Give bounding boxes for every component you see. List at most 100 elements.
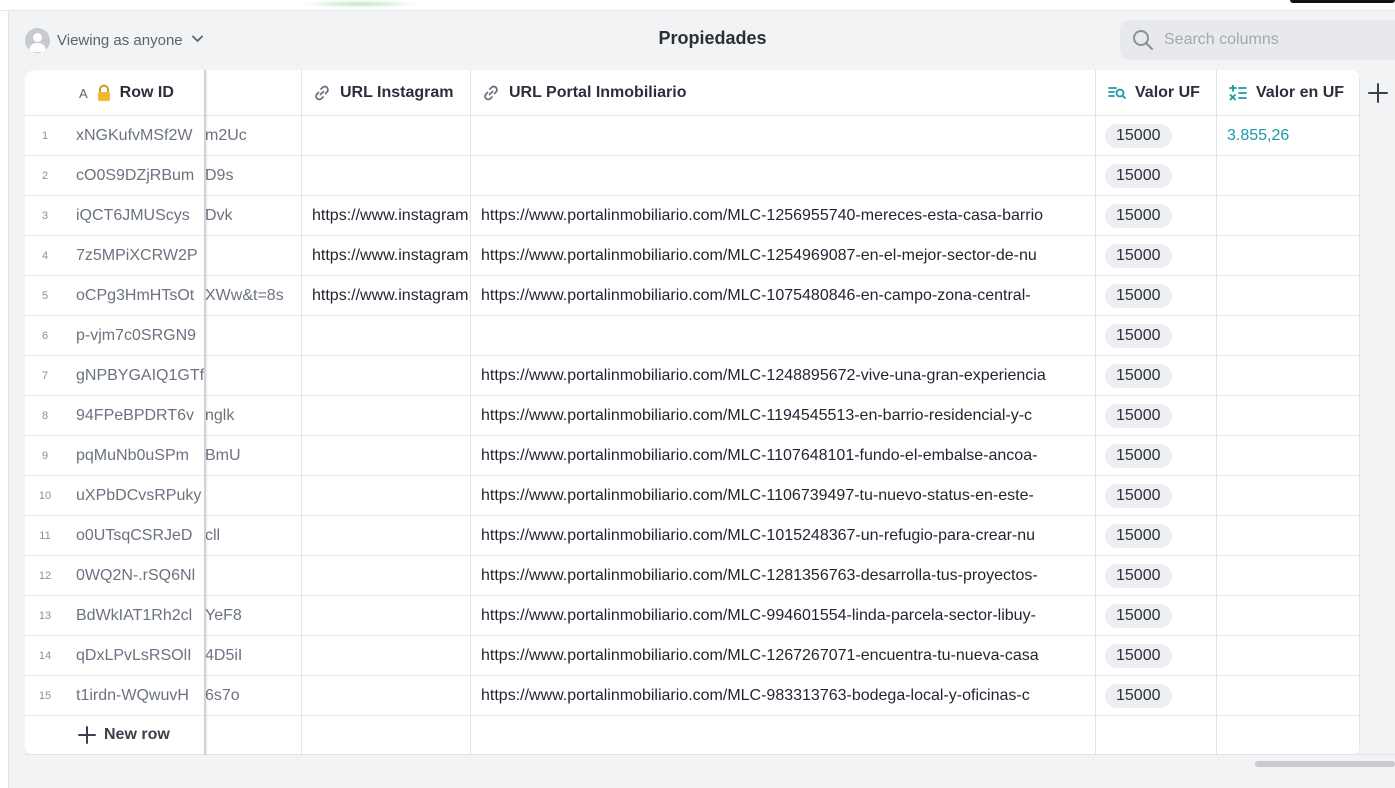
table-row[interactable]: 4 7z5MPiXCRW2P https://www.instagram.com/h… bbox=[25, 236, 1360, 276]
valor-uf-pill[interactable]: 15000 bbox=[1105, 684, 1172, 708]
row-id-cell[interactable]: xNGKufvMSf2W m2Uc bbox=[76, 116, 301, 156]
row-id-cell[interactable]: oCPg3HmHTsOt XWw&t=8s bbox=[76, 276, 301, 316]
table-row[interactable]: 10 uXPbDCvsRPuky https://www.portalinmobil… bbox=[25, 476, 1360, 516]
row-id-cell[interactable]: iQCT6JMUScys Dvk bbox=[76, 196, 301, 236]
horizontal-scrollbar[interactable] bbox=[1255, 761, 1395, 767]
url-portal-cell[interactable] bbox=[481, 316, 1095, 356]
url-portal-cell[interactable]: https://www.portalinmobiliario.com/MLC-1… bbox=[481, 516, 1095, 556]
url-portal-cell[interactable]: https://www.portalinmobiliario.com/MLC-1… bbox=[481, 356, 1095, 396]
row-id-cell[interactable]: gNPBYGAIQ1GTf bbox=[76, 356, 301, 396]
row-id-cell[interactable]: cO0S9DZjRBum D9s bbox=[76, 156, 301, 196]
url-instagram-cell[interactable]: https://www.instagram.com/ bbox=[312, 276, 470, 316]
valor-uf-pill[interactable]: 15000 bbox=[1105, 244, 1172, 268]
url-portal-cell[interactable]: https://www.portalinmobiliario.com/MLC-1… bbox=[481, 236, 1095, 276]
url-instagram-cell[interactable] bbox=[312, 476, 470, 516]
url-portal-cell[interactable]: https://www.portalinmobiliario.com/MLC-9… bbox=[481, 596, 1095, 636]
row-id-cell[interactable]: 94FPeBPDRT6v nglk bbox=[76, 396, 301, 436]
row-id-cell[interactable]: qDxLPvLsRSOlI 4D5iI bbox=[76, 636, 301, 676]
url-instagram-cell[interactable] bbox=[312, 396, 470, 436]
column-header-label: URL Instagram bbox=[340, 84, 454, 101]
url-portal-cell[interactable]: https://www.portalinmobiliario.com/MLC-1… bbox=[481, 636, 1095, 676]
row-id-cell[interactable]: 0WQ2N-.rSQ6Nl bbox=[76, 556, 301, 596]
url-instagram-cell[interactable] bbox=[312, 516, 470, 556]
grid-header: A Row ID URL Instagram URL Portal Inmobi… bbox=[25, 70, 1360, 116]
valor-uf-pill[interactable]: 15000 bbox=[1105, 604, 1172, 628]
row-id-cell[interactable]: 7z5MPiXCRW2P bbox=[76, 236, 301, 276]
row-number: 6 bbox=[41, 330, 49, 342]
url-portal-cell[interactable]: https://www.portalinmobiliario.com/MLC-1… bbox=[481, 556, 1095, 596]
table-row[interactable]: 15 t1irdn-WQwuvH 6s7o https://www.portalinm… bbox=[25, 676, 1360, 716]
row-id-cell[interactable]: BdWkIAT1Rh2cl YeF8 bbox=[76, 596, 301, 636]
url-portal-cell[interactable]: https://www.portalinmobiliario.com/MLC-1… bbox=[481, 396, 1095, 436]
add-column-button[interactable] bbox=[1360, 70, 1395, 116]
url-portal-cell[interactable] bbox=[481, 116, 1095, 156]
table-row[interactable]: 3 iQCT6JMUScys Dvk https://www.instagram.co… bbox=[25, 196, 1360, 236]
search-columns-box[interactable] bbox=[1120, 20, 1395, 60]
valor-uf-pill[interactable]: 15000 bbox=[1105, 444, 1172, 468]
column-header-valor-en-uf[interactable]: Valor en UF bbox=[1229, 70, 1360, 116]
table-row[interactable]: 1 xNGKufvMSf2W m2Uc 15000 3.855,26 bbox=[25, 116, 1360, 156]
url-instagram-cell[interactable]: https://www.instagram.com/ bbox=[312, 196, 470, 236]
url-instagram-cell[interactable] bbox=[312, 596, 470, 636]
valor-uf-pill[interactable]: 15000 bbox=[1105, 364, 1172, 388]
url-instagram-cell[interactable] bbox=[312, 116, 470, 156]
url-portal-cell[interactable]: https://www.portalinmobiliario.com/MLC-1… bbox=[481, 276, 1095, 316]
url-portal-cell[interactable]: https://www.portalinmobiliario.com/MLC-1… bbox=[481, 476, 1095, 516]
valor-uf-pill[interactable]: 15000 bbox=[1105, 404, 1172, 428]
url-portal-cell[interactable]: https://www.portalinmobiliario.com/MLC-1… bbox=[481, 436, 1095, 476]
column-header-url-portal[interactable]: URL Portal Inmobiliario bbox=[482, 70, 782, 116]
table-row[interactable]: 9 pqMuNb0uSPm BmU https://www.portalinmobil… bbox=[25, 436, 1360, 476]
new-row-button[interactable]: New row bbox=[25, 715, 205, 755]
url-instagram-cell[interactable] bbox=[312, 676, 470, 716]
left-sidebar-edge bbox=[0, 11, 9, 788]
table-row[interactable]: 14 qDxLPvLsRSOlI 4D5iI https://www.portalin… bbox=[25, 636, 1360, 676]
plus-icon bbox=[78, 726, 96, 744]
table-row[interactable]: 8 94FPeBPDRT6v nglk https://www.portalinmob… bbox=[25, 396, 1360, 436]
valor-uf-pill[interactable]: 15000 bbox=[1105, 204, 1172, 228]
url-instagram-cell[interactable]: https://www.instagram.com/ bbox=[312, 236, 470, 276]
row-id-cell[interactable]: t1irdn-WQwuvH 6s7o bbox=[76, 676, 301, 716]
url-instagram-cell[interactable] bbox=[312, 556, 470, 596]
url-instagram-cell[interactable] bbox=[312, 436, 470, 476]
table-row[interactable]: 13 BdWkIAT1Rh2cl YeF8 https://www.portalinm… bbox=[25, 596, 1360, 636]
url-instagram-cell[interactable] bbox=[312, 636, 470, 676]
table-row[interactable]: 6 p-vjm7c0SRGN9 15000 bbox=[25, 316, 1360, 356]
row-id-overflow-part: 6s7o bbox=[205, 687, 240, 704]
column-header-valor-uf[interactable]: Valor UF bbox=[1108, 70, 1223, 116]
valor-uf-pill[interactable]: 15000 bbox=[1105, 564, 1172, 588]
top-strip bbox=[0, 0, 1395, 11]
column-header-url-instagram[interactable]: URL Instagram bbox=[313, 70, 473, 116]
table-row[interactable]: 7 gNPBYGAIQ1GTf https://www.portalinmobili… bbox=[25, 356, 1360, 396]
frozen-column-divider[interactable] bbox=[204, 70, 206, 755]
valor-uf-pill[interactable]: 15000 bbox=[1105, 524, 1172, 548]
valor-uf-pill[interactable]: 15000 bbox=[1105, 324, 1172, 348]
url-portal-cell[interactable]: https://www.portalinmobiliario.com/MLC-9… bbox=[481, 676, 1095, 716]
url-portal-cell[interactable] bbox=[481, 156, 1095, 196]
table-row[interactable]: 11 o0UTsqCSRJeD cll https://www.portalinmob… bbox=[25, 516, 1360, 556]
column-header-label: Valor UF bbox=[1135, 84, 1200, 101]
lookup-icon bbox=[1108, 85, 1126, 101]
search-columns-input[interactable] bbox=[1164, 31, 1364, 49]
valor-uf-pill[interactable]: 15000 bbox=[1105, 124, 1172, 148]
url-instagram-cell[interactable] bbox=[312, 156, 470, 196]
table-row[interactable]: 12 0WQ2N-.rSQ6Nl https://www.portalinmobil… bbox=[25, 556, 1360, 596]
url-instagram-cell[interactable] bbox=[312, 356, 470, 396]
row-id-cell[interactable]: o0UTsqCSRJeD cll bbox=[76, 516, 301, 556]
valor-uf-pill[interactable]: 15000 bbox=[1105, 484, 1172, 508]
table-row[interactable]: 2 cO0S9DZjRBum D9s 15000 bbox=[25, 156, 1360, 196]
valor-uf-pill[interactable]: 15000 bbox=[1105, 164, 1172, 188]
row-id-cell[interactable]: uXPbDCvsRPuky bbox=[76, 476, 301, 516]
valor-uf-pill[interactable]: 15000 bbox=[1105, 644, 1172, 668]
url-instagram-cell[interactable] bbox=[312, 316, 470, 356]
row-id-cell[interactable]: pqMuNb0uSPm BmU bbox=[76, 436, 301, 476]
row-id-overflow-part: D9s bbox=[205, 167, 234, 184]
row-id-frozen-part: 0WQ2N-.rSQ6Nl bbox=[76, 567, 196, 584]
column-header-row-id[interactable]: A Row ID bbox=[79, 70, 204, 116]
row-id-cell[interactable]: p-vjm7c0SRGN9 bbox=[76, 316, 301, 356]
table-row[interactable]: 5 oCPg3HmHTsOt XWw&t=8s https://www.instagr… bbox=[25, 276, 1360, 316]
row-number: 11 bbox=[39, 530, 51, 542]
valor-uf-pill[interactable]: 15000 bbox=[1105, 284, 1172, 308]
row-id-frozen-part: BdWkIAT1Rh2cl bbox=[76, 607, 193, 624]
valor-en-uf-cell[interactable]: 3.855,26 bbox=[1227, 116, 1289, 156]
url-portal-cell[interactable]: https://www.portalinmobiliario.com/MLC-1… bbox=[481, 196, 1095, 236]
